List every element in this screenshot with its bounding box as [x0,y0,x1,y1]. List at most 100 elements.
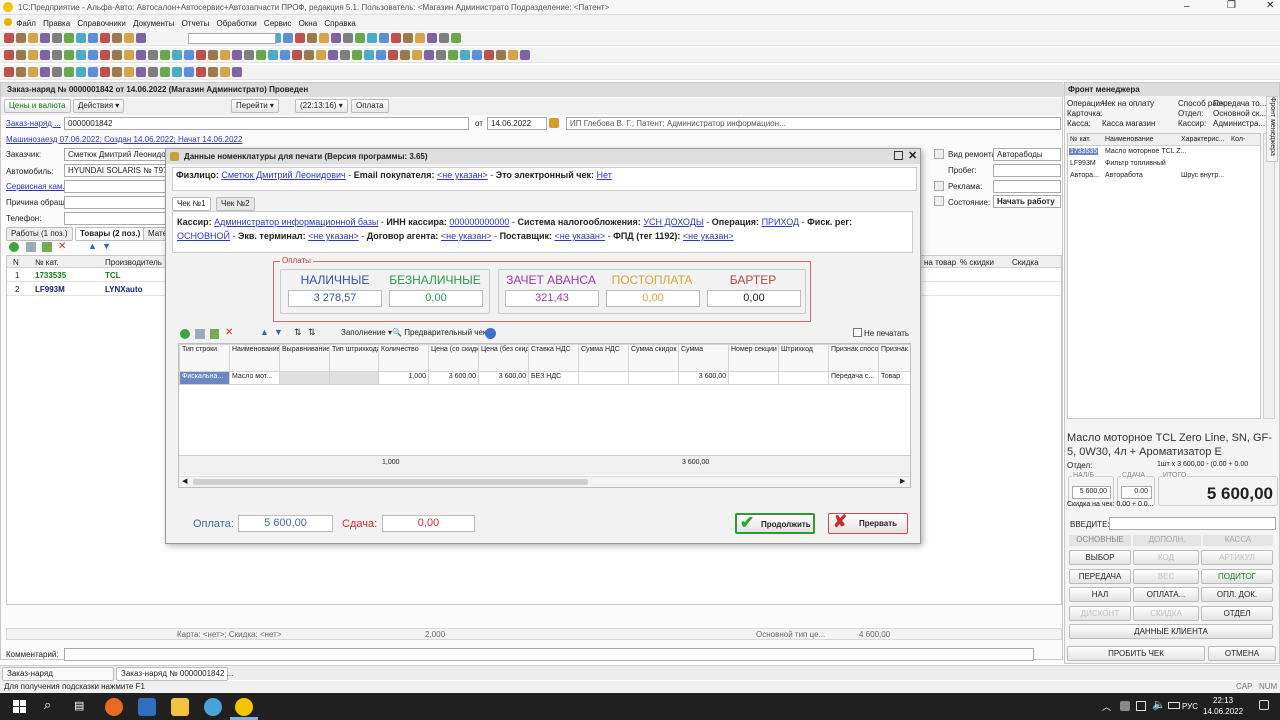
toolbar-tool-icon[interactable] [88,50,98,60]
toolbar-tool-icon[interactable] [100,50,110,60]
toolbar-tool-icon[interactable] [148,67,158,77]
toolbar-tool-icon[interactable] [208,50,218,60]
actions-button[interactable]: Действия ▾ [73,99,125,113]
toolbar-tool-icon[interactable] [16,33,26,43]
toolbar-tool-icon[interactable] [340,50,350,60]
toolbar-tool-icon[interactable] [76,33,86,43]
toolbar-tool-icon[interactable] [412,50,422,60]
toolbar-tool-icon[interactable] [436,50,446,60]
list-item[interactable]: LF993M Фильтр топливный [1068,159,1260,170]
tray-chevron-icon[interactable]: ︿ [1102,700,1111,713]
select-icon[interactable] [934,149,944,159]
cash-amount[interactable]: 3 278,57 [288,290,382,307]
up-icon[interactable]: ▲ [88,241,97,251]
scroll-left-icon[interactable]: ◀ [182,477,187,485]
delete-line-icon[interactable]: ✕ [225,327,233,338]
calendar-icon[interactable] [549,118,559,128]
toolbar-tool-icon[interactable] [283,33,293,43]
minimize-icon[interactable]: – [1184,1,1190,12]
toolbar-tool-icon[interactable] [208,67,218,77]
toolbar-tool-icon[interactable] [379,33,389,43]
sort-asc-icon[interactable]: ⇅ [294,327,302,338]
toolbar-tool-icon[interactable] [508,50,518,60]
toolbar-tool-icon[interactable] [196,67,206,77]
toolbar-tool-icon[interactable] [196,50,206,60]
work-order-number-label[interactable]: Заказ-наряд ... [6,119,61,128]
menu-service[interactable]: Сервис [264,16,291,31]
code-button[interactable]: КОД [1133,550,1199,565]
copy-line-icon[interactable] [195,329,205,339]
toolbar-tool-icon[interactable] [124,67,134,77]
tab-works[interactable]: Работы (1 поз.) [6,227,73,241]
search-icon[interactable]: ⌕ [44,697,51,713]
cashier-link[interactable]: Администратор информационной базы [214,217,378,227]
cash-button[interactable]: НАЛ [1069,587,1131,602]
toolbar-tool-icon[interactable] [367,33,377,43]
toolbar-tool-icon[interactable] [136,33,146,43]
toolbar-tool-icon[interactable] [76,67,86,77]
toolbar-tool-icon[interactable] [136,50,146,60]
client-data-button[interactable]: ДАННЫЕ КЛИЕНТА [1069,624,1273,639]
toolbar-tool-icon[interactable] [76,50,86,60]
toolbar-tool-icon[interactable] [172,50,182,60]
department-button[interactable]: ОТДЕЛ [1201,606,1273,621]
echeck-link[interactable]: Нет [596,170,611,180]
select-button[interactable]: ВЫБОР [1069,550,1131,565]
copy-icon[interactable] [26,242,36,252]
toolbar-tool-icon[interactable] [124,33,134,43]
windows-start-icon-right[interactable] [20,700,26,713]
no-print-checkbox[interactable] [853,328,862,337]
toolbar-tool-icon[interactable] [40,50,50,60]
down-line-icon[interactable]: ▼ [274,327,283,337]
toolbar-tool-icon[interactable] [4,67,14,77]
toolbar-tool-icon[interactable] [256,50,266,60]
scroll-right-icon[interactable]: ▶ [900,477,905,485]
inn-link[interactable]: 000000000000 [449,217,509,227]
abort-button[interactable]: ✘ Прервать [828,512,908,534]
menu-references[interactable]: Справочники [77,16,125,31]
toolbar-tool-icon[interactable] [352,50,362,60]
noncash-amount[interactable]: 0,00 [389,290,483,307]
toolbar-tool-icon[interactable] [304,50,314,60]
toolbar-tool-icon[interactable] [28,50,38,60]
sort-desc-icon[interactable]: ⇅ [308,327,316,338]
fill-button[interactable]: Заполнение ▾ [341,328,392,337]
toolbar-tool-icon[interactable] [232,50,242,60]
toolbar-tool-icon[interactable] [172,67,182,77]
toolbar-tool-icon[interactable] [64,50,74,60]
toolbar-tool-icon[interactable] [112,50,122,60]
edit-line-icon[interactable] [210,329,219,339]
info-icon[interactable] [485,328,496,339]
toolbar-tool-icon[interactable] [64,33,74,43]
toolbar-tool-icon[interactable] [364,50,374,60]
toolbar-tool-icon[interactable] [319,33,329,43]
toolbar-tool-icon[interactable] [316,50,326,60]
window-tab-order[interactable]: Заказ-наряд № 0000001842 ... [116,667,233,681]
organization-field[interactable]: ИП Глебова В. Г.; Патент; Администратор … [566,117,1061,130]
advance-amount[interactable]: 321,43 [505,290,599,307]
list-item[interactable]: 1733535 Масло моторное TCL Z... [1068,147,1260,158]
tray-app-icon[interactable] [1120,701,1130,711]
comment-field[interactable] [64,648,1034,661]
volume-icon[interactable]: 🔈 [1152,698,1166,711]
toolbar-tool-icon[interactable] [136,67,146,77]
toolbar-tool-icon[interactable] [220,50,230,60]
toolbar-tool-icon[interactable] [112,67,122,77]
tab-check-1[interactable]: Чек №1 [172,197,211,211]
subtotal-button[interactable]: ПОДИТОГ [1201,569,1273,584]
toolbar-tool-icon[interactable] [292,50,302,60]
select-icon[interactable] [934,196,944,206]
toolbar-tool-icon[interactable] [40,33,50,43]
customer-field[interactable]: Сметюк Дмитрий Леонидови [64,148,166,161]
toolbar-tool-icon[interactable] [28,33,38,43]
menu-edit[interactable]: Правка [43,16,70,31]
documents-icon[interactable] [138,698,156,716]
postpay-amount[interactable]: 0,00 [606,290,700,307]
prices-button[interactable]: Цены и валюта [4,99,71,113]
toolbar-tool-icon[interactable] [376,50,386,60]
ad-field[interactable] [993,180,1061,193]
toolbar-tool-icon[interactable] [28,67,38,77]
menu-windows[interactable]: Окна [299,16,318,31]
barter-amount[interactable]: 0,00 [707,290,801,307]
menu-documents[interactable]: Документы [133,16,174,31]
